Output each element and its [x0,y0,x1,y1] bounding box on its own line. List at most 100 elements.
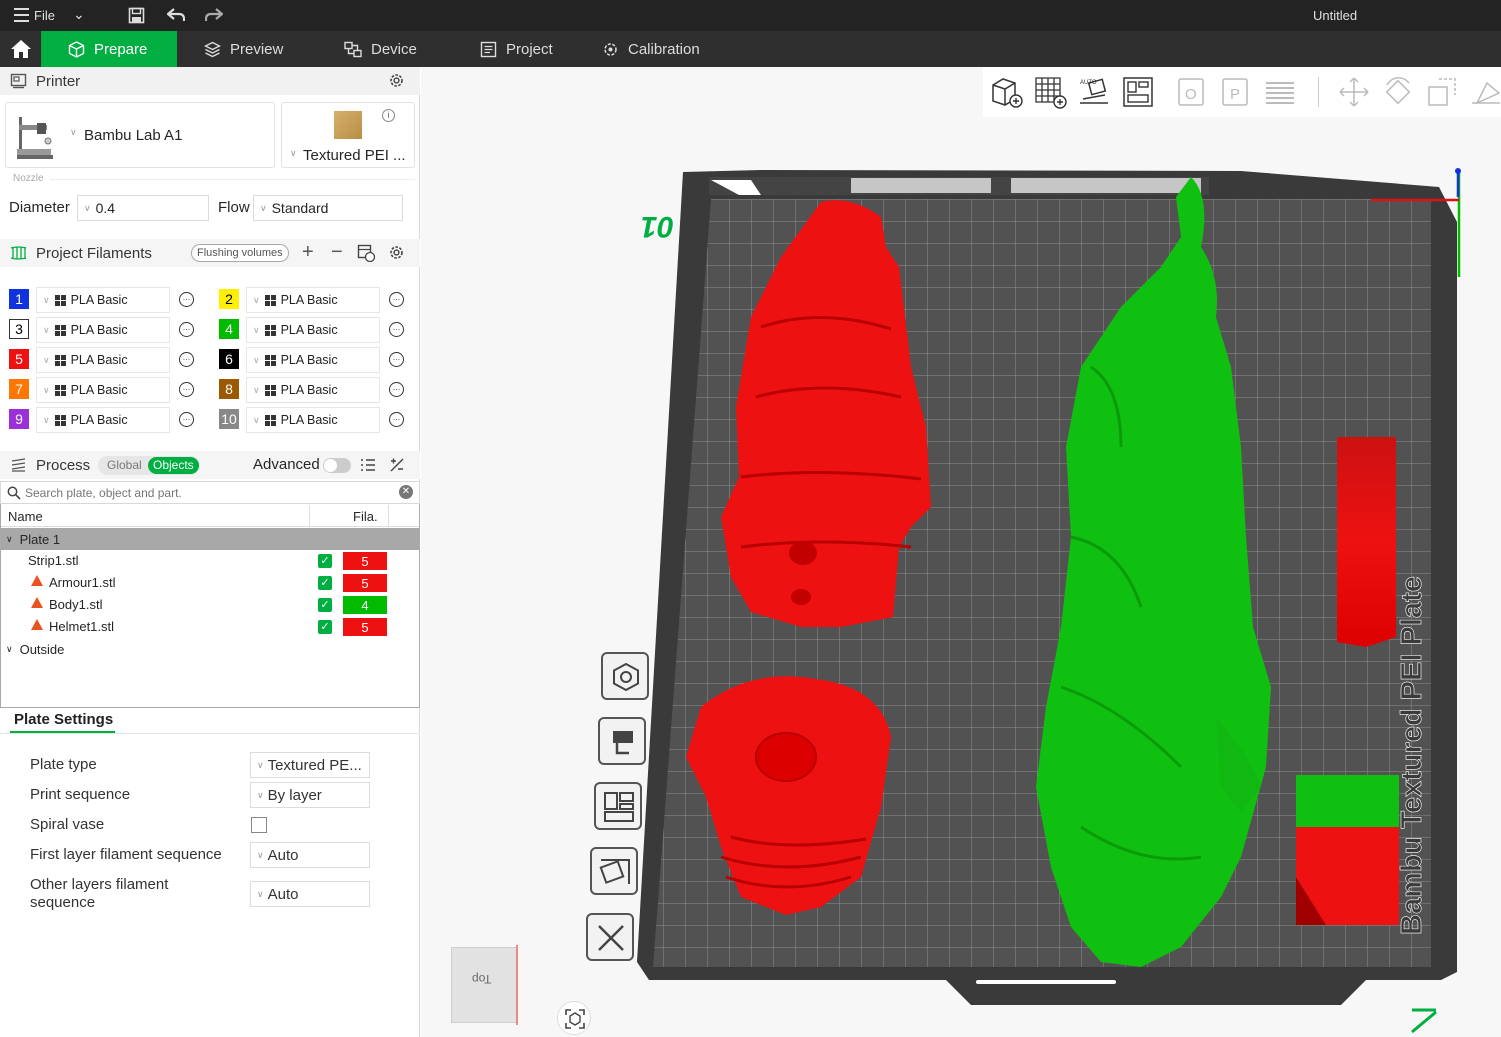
auto-orient-button[interactable] [590,847,638,895]
plate-type-select[interactable]: ∨ Textured PE... [250,752,370,778]
filament-preset-select[interactable]: ∨ PLA Basic [36,317,170,343]
object-row[interactable]: Helmet1.stl ✓ 5 [1,616,419,638]
filament-more-icon[interactable]: … [179,352,194,367]
filament-preset-select[interactable]: ∨ PLA Basic [36,287,170,313]
object-filament-select[interactable]: 5 [343,618,387,636]
clear-search-icon[interactable]: ✕ [399,485,413,499]
filament-more-icon[interactable]: … [389,292,404,307]
search-input[interactable] [25,484,385,501]
object-row[interactable]: Body1.stl ✓ 4 [1,594,419,616]
build-plate-scene[interactable]: 01 Bambu Textured PEI Plate [421,67,1501,1037]
diameter-select[interactable]: ∨ 0.4 [77,195,209,221]
tab-calibration[interactable]: Calibration [602,31,700,67]
column-fila[interactable]: Fila. [353,509,378,524]
gear-icon[interactable] [388,244,405,261]
tab-prepare[interactable]: Prepare [41,31,177,67]
info-icon[interactable]: i [382,109,395,122]
tab-project[interactable]: Project [480,31,553,67]
flushing-volumes-button[interactable]: Flushing volumes [191,244,289,262]
printable-checkbox[interactable]: ✓ [318,620,332,634]
sync-ams-icon[interactable] [357,244,376,262]
filament-color-swatch[interactable]: 4 [219,319,239,339]
filament-color-swatch[interactable]: 10 [219,409,239,429]
window-title: Untitled [1313,8,1358,23]
tab-preview[interactable]: Preview [204,31,283,67]
plate-row[interactable]: ∨ Plate 1 [1,528,419,550]
object-row[interactable]: Strip1.stl ✓ 5 [1,550,419,572]
object-filament-select[interactable]: 5 [343,574,387,592]
plate-type-selector[interactable]: i ∨ Textured PEI ... [281,102,415,168]
chevron-down-icon[interactable]: ∨ [6,644,13,655]
filament-more-icon[interactable]: … [179,292,194,307]
filament-color-swatch[interactable]: 7 [9,379,29,399]
filament-more-icon[interactable]: … [389,322,404,337]
3d-viewport[interactable]: AUTO O P 01 Bambu Textured PEI Plate Top [421,67,1501,1037]
redo-icon[interactable] [205,7,223,23]
list-icon[interactable] [360,458,376,472]
view-cube[interactable]: Top [451,947,517,1023]
filament-preset-select[interactable]: ∨ PLA Basic [36,407,170,433]
filament-more-icon[interactable]: … [389,382,404,397]
object-name-cell: Body1.stl [31,597,102,612]
column-name[interactable]: Name [8,509,43,524]
filament-more-icon[interactable]: … [179,322,194,337]
flow-select[interactable]: ∨ Standard [253,195,403,221]
hamburger-menu-icon[interactable] [14,8,29,22]
filament-color-swatch[interactable]: 5 [9,349,29,369]
filament-preset-select[interactable]: ∨ PLA Basic [246,317,380,343]
remove-icon[interactable]: − [331,241,343,264]
object-row[interactable]: Armour1.stl ✓ 5 [1,572,419,594]
filament-color-swatch[interactable]: 8 [219,379,239,399]
advanced-label: Advanced [253,456,320,473]
printable-checkbox[interactable]: ✓ [318,598,332,612]
filament-color-swatch[interactable]: 9 [9,409,29,429]
warning-icon[interactable] [31,597,43,608]
tab-device[interactable]: Device [344,31,417,67]
filament-preset-select[interactable]: ∨ PLA Basic [246,377,380,403]
printable-checkbox[interactable]: ✓ [318,576,332,590]
gear-icon[interactable] [388,72,405,89]
global-option[interactable]: Global [107,458,142,472]
undo-icon[interactable] [167,7,185,23]
printable-checkbox[interactable]: ✓ [318,554,332,568]
filament-preset-select[interactable]: ∨ PLA Basic [36,347,170,373]
arrange-view-button[interactable] [594,782,642,830]
print-sequence-select[interactable]: ∨ By layer [250,782,370,808]
plate-settings-tab[interactable]: Plate Settings [14,711,113,728]
filament-more-icon[interactable]: … [179,382,194,397]
object-filament-select[interactable]: 5 [343,552,387,570]
filament-preset-select[interactable]: ∨ PLA Basic [246,347,380,373]
save-icon[interactable] [128,7,145,24]
objects-option[interactable]: Objects [148,457,199,474]
filament-more-icon[interactable]: … [389,412,404,427]
printer-selector[interactable]: ∨ Bambu Lab A1 [5,102,275,168]
home-button[interactable] [0,31,41,67]
other-layers-sequence-select[interactable]: ∨ Auto [250,881,370,907]
outside-row[interactable]: ∨ Outside [1,638,419,660]
filament-color-swatch[interactable]: 3 [9,319,29,339]
spiral-vase-checkbox[interactable] [251,817,267,833]
advanced-toggle[interactable] [323,458,351,473]
fit-view-button[interactable] [557,1001,591,1035]
filament-color-swatch[interactable]: 2 [219,289,239,309]
delete-all-button[interactable] [586,913,634,961]
object-filament-select[interactable]: 4 [343,596,387,614]
filament-preset-select[interactable]: ∨ PLA Basic [246,407,380,433]
filament-color-swatch[interactable]: 1 [9,289,29,309]
file-menu[interactable]: File [34,8,55,23]
chevron-down-icon[interactable]: ⌄ [73,6,85,23]
filament-preset-select[interactable]: ∨ PLA Basic [36,377,170,403]
printable-button[interactable] [598,717,646,765]
filament-preset-select[interactable]: ∨ PLA Basic [246,287,380,313]
filament-color-swatch[interactable]: 6 [219,349,239,369]
filament-more-icon[interactable]: … [179,412,194,427]
add-icon[interactable]: + [302,241,314,264]
compare-icon[interactable] [389,457,405,473]
first-layer-sequence-select[interactable]: ∨ Auto [250,842,370,868]
chevron-down-icon[interactable]: ∨ [6,534,13,545]
global-objects-toggle[interactable]: Global Objects [98,456,200,475]
orient-view-button[interactable] [601,652,649,700]
warning-icon[interactable] [31,619,43,630]
filament-more-icon[interactable]: … [389,352,404,367]
warning-icon[interactable] [31,575,43,586]
